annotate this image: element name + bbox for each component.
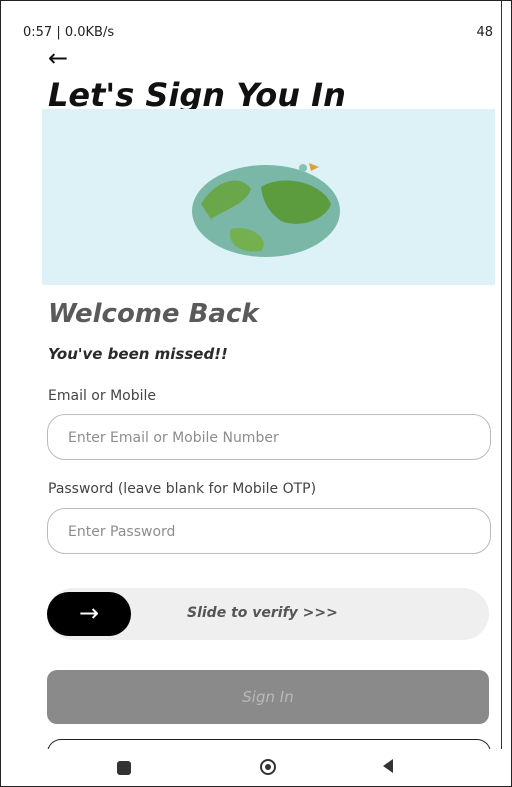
phone-screen: 0:57 | 0.0KB/s 48 ← Let's Sign You In We… [0,0,512,787]
password-label: Password (leave blank for Mobile OTP) [48,481,317,497]
back-triangle-icon[interactable] [383,759,393,773]
home-icon[interactable] [260,759,276,775]
password-input[interactable] [66,509,470,555]
status-bar: 0:57 | 0.0KB/s 48 [23,21,493,43]
status-battery: 48 [476,25,493,40]
password-field[interactable] [47,508,491,555]
sign-in-button[interactable]: Sign In [47,670,489,724]
globe-icon [192,163,340,257]
status-left: 0:57 | 0.0KB/s [23,25,115,40]
slide-to-verify-label: Slide to verify >>> [187,605,338,621]
recent-apps-icon[interactable] [117,761,131,775]
slider-arrow-icon[interactable]: → [47,592,131,636]
system-nav-bar [1,749,511,786]
welcome-subtitle: You've been missed!! [48,345,228,363]
email-label: Email or Mobile [48,388,156,404]
email-field[interactable] [47,414,491,461]
slide-to-verify[interactable]: → Slide to verify >>> [47,588,489,640]
back-arrow-icon[interactable]: ← [48,44,68,72]
welcome-heading: Welcome Back [48,299,259,329]
email-input[interactable] [66,415,470,461]
